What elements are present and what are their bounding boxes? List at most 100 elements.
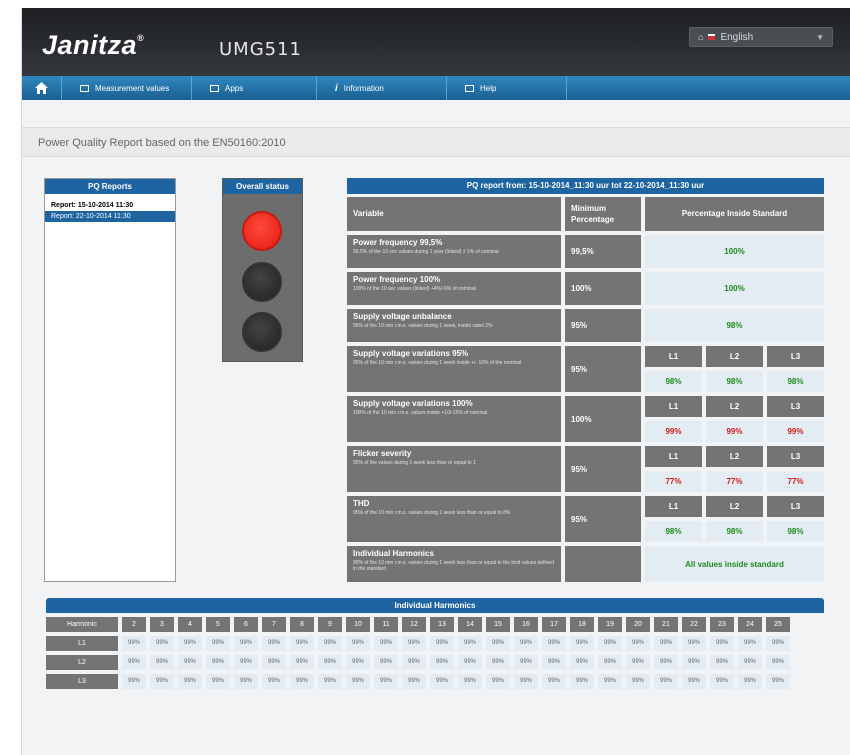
harmonic-value: 99% [430,655,454,670]
harmonic-value: 99% [542,655,566,670]
harmonic-value: 99% [402,655,426,670]
nav-label: Measurement values [95,83,170,93]
column-header-inside: Percentage Inside Standard [645,197,824,231]
report-row-variable: Flicker severity 95% of the values during… [347,446,561,492]
harmonic-value: 99% [486,655,510,670]
phase-header-l3: L3 [767,396,824,417]
harmonic-value: 99% [346,674,370,689]
phase-value-l2: 98% [706,371,763,392]
phase-header-l2: L2 [706,396,763,417]
harmonics-row-l2: L2 99% 99% 99% 99% 99% 99% 99% 99% 99% 99% 99% 99% 9… [46,655,824,670]
harmonic-value: 99% [150,655,174,670]
harmonic-value: 99% [430,674,454,689]
report-row-variable: Power frequency 99,5% 99,5% of the 10 sec… [347,235,561,268]
minimum-percentage: 99,5% [565,235,641,268]
variable-desc: 95% of the values during 1 week less tha… [353,460,476,466]
harmonic-number: 4 [178,617,202,632]
harmonic-value: 99% [710,636,734,651]
harmonic-value: 99% [122,655,146,670]
harmonic-number: 6 [234,617,258,632]
phase-header-l3: L3 [767,446,824,467]
minimum-percentage: 95% [565,496,641,542]
harmonic-value: 99% [402,674,426,689]
harmonic-value: 99% [346,655,370,670]
logo-mark: ® [137,33,145,43]
phase-label: L2 [46,655,118,670]
column-header-minimum: Minimum Percentage [565,197,641,231]
harmonic-number: 2 [122,617,146,632]
harmonic-value: 99% [766,674,790,689]
chevron-down-icon: ▼ [816,32,824,42]
overall-status-title: Overall status [223,179,302,194]
language-value: English [720,31,754,43]
phase-value-l1: 77% [645,471,702,492]
report-item-selected[interactable]: Report: 22-10-2014 11:30 [45,211,175,222]
nav-item-information[interactable]: i Information [317,76,447,100]
harmonic-value: 99% [570,636,594,651]
harmonics-number-row: Harmonic 2 3 4 5 6 7 8 9 10 11 12 13 14 15 16 17 18 19 20 2… [46,617,824,632]
harmonic-number: 21 [654,617,678,632]
harmonic-number: 14 [458,617,482,632]
nav-item-measurement-values[interactable]: Measurement values [62,76,192,100]
harmonic-value: 99% [514,674,538,689]
harmonic-value: 99% [402,636,426,651]
report-item[interactable]: Report: 15-10-2014 11:30 [45,200,175,211]
harmonic-number: 11 [374,617,398,632]
status-light-red [242,211,282,251]
harmonic-value: 99% [710,674,734,689]
status-light-yellow-off [242,262,282,302]
home-button[interactable] [22,76,62,100]
nav-item-apps[interactable]: Apps [192,76,317,100]
nav-item-help[interactable]: Help [447,76,567,100]
harmonic-value: 99% [234,636,258,651]
harmonic-number: 25 [766,617,790,632]
harmonic-number: 7 [262,617,286,632]
main-nav: Measurement values Apps i Information Hel… [22,76,850,100]
janitza-logo[interactable]: Janitza® [42,30,144,61]
harmonic-value: 99% [458,674,482,689]
harmonic-number: 24 [738,617,762,632]
harmonic-value: 99% [206,674,230,689]
harmonic-value: 99% [654,674,678,689]
percentage-value: 100% [645,235,824,268]
harmonic-value: 99% [234,674,258,689]
harmonic-value: 99% [626,655,650,670]
report-title: PQ report from: 15-10-2014_11:30 uur tot… [347,178,824,194]
harmonic-value: 99% [318,655,342,670]
harmonic-value: 99% [514,655,538,670]
variable-desc: 95% of the 10 min r.m.s. values during 1… [353,510,511,516]
harmonic-value: 99% [178,655,202,670]
report-row-variable: Individual Harmonics 95% of the 10 min r.… [347,546,561,582]
pq-reports-title: PQ Reports [45,179,175,194]
variable-name: Flicker severity [353,449,412,458]
nav-label: Help [480,83,497,93]
harmonic-value: 99% [374,674,398,689]
harmonic-number: 13 [430,617,454,632]
harmonic-value: 99% [318,636,342,651]
harmonic-value: 99% [178,636,202,651]
logo-text: Janitza [42,30,138,60]
harmonic-number: 18 [570,617,594,632]
harmonic-number: 10 [346,617,370,632]
variable-desc: 95% of the 10 min r.m.s. values during 1… [353,560,554,572]
pq-reports-panel: PQ Reports Report: 15-10-2014 11:30 Repo… [44,178,176,582]
variable-name: Individual Harmonics [353,549,434,558]
individual-harmonics-table: Individual Harmonics Harmonic 2 3 4 5 6 7 8 9 10… [46,598,824,689]
report-row-variable: THD 95% of the 10 min r.m.s. values durin… [347,496,561,542]
harmonic-value: 99% [318,674,342,689]
harmonic-value: 99% [654,636,678,651]
harmonic-number: 8 [290,617,314,632]
phase-value-l2: 98% [706,521,763,542]
report-row-variable: Supply voltage variations 95% 95% of the … [347,346,561,392]
phase-header-l3: L3 [767,346,824,367]
harmonic-value: 99% [234,655,258,670]
harmonic-value: 99% [570,674,594,689]
language-select[interactable]: ⌂ English ▼ [689,27,833,47]
phase-value-l2: 77% [706,471,763,492]
phase-value-l3: 77% [767,471,824,492]
harmonic-number: 3 [150,617,174,632]
variable-name: Supply voltage variations 95% [353,349,469,358]
flag-icon [708,34,716,40]
percentage-value: 98% [645,309,824,342]
harmonic-number: 5 [206,617,230,632]
